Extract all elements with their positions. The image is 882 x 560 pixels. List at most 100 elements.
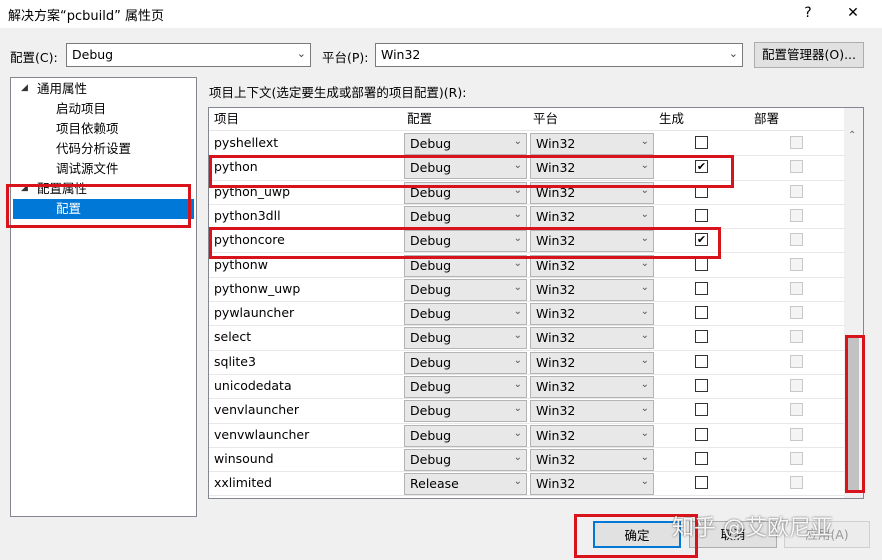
row-platform-value: Win32 xyxy=(536,208,576,224)
deploy-checkbox xyxy=(790,476,803,490)
column-header-config[interactable]: 配置 xyxy=(402,108,534,131)
tree-item-code-analysis[interactable]: 代码分析设置 xyxy=(56,139,131,158)
build-checkbox[interactable] xyxy=(695,330,708,344)
row-config-value: Debug xyxy=(410,427,452,443)
tree-group-common[interactable]: 通用属性 xyxy=(37,79,87,98)
help-button[interactable]: ? xyxy=(795,2,821,24)
project-name: xxlimited xyxy=(214,475,272,491)
chevron-down-icon: ⌄ xyxy=(640,281,649,293)
row-platform-dropdown[interactable]: Win32 ⌄ xyxy=(530,205,654,228)
tree-item-dependencies[interactable]: 项目依赖项 xyxy=(56,119,119,138)
deploy-checkbox xyxy=(790,379,803,392)
table-row[interactable]: venvwlauncher Debug ⌄ Win32 ⌄ xyxy=(209,423,845,448)
row-config-value: Debug xyxy=(410,403,452,419)
deploy-checkbox xyxy=(790,257,803,271)
tree-item-startup[interactable]: 启动项目 xyxy=(56,99,106,118)
row-platform-value: Win32 xyxy=(536,136,576,151)
column-header-build[interactable]: 生成 xyxy=(654,108,755,131)
row-config-dropdown[interactable]: Debug ⌄ xyxy=(404,376,527,398)
table-row[interactable]: pywlauncher Debug ⌄ Win32 ⌄ xyxy=(209,301,845,327)
platform-select[interactable]: Win32 ⌄ xyxy=(375,43,743,67)
row-config-dropdown[interactable]: Debug ⌄ xyxy=(404,278,527,301)
table-row[interactable]: select Debug ⌄ Win32 ⌄ xyxy=(209,325,845,351)
annotation-box-tree xyxy=(6,184,191,228)
row-config-dropdown[interactable]: Debug ⌄ xyxy=(404,327,527,350)
build-checkbox[interactable] xyxy=(695,451,708,465)
row-platform-dropdown[interactable]: Win32 ⌄ xyxy=(530,400,654,423)
row-config-dropdown[interactable]: Release ⌄ xyxy=(404,473,527,496)
row-platform-dropdown[interactable]: Win32 ⌄ xyxy=(530,278,654,301)
project-name: sqlite3 xyxy=(214,353,256,369)
row-platform-value: Win32 xyxy=(536,451,576,467)
config-select[interactable]: Debug ⌄ xyxy=(66,43,311,67)
scroll-up-icon[interactable]: ⌃ xyxy=(848,130,856,141)
row-config-value: Debug xyxy=(410,257,452,273)
row-platform-dropdown[interactable]: Win32 ⌄ xyxy=(530,351,654,374)
config-manager-button[interactable]: 配置管理器(O)... xyxy=(754,42,864,68)
chevron-down-icon: ⌄ xyxy=(640,427,649,439)
config-select-value: Debug xyxy=(72,47,114,62)
row-config-value: Debug xyxy=(410,306,452,322)
row-platform-dropdown[interactable]: Win32 ⌄ xyxy=(530,133,654,155)
row-config-dropdown[interactable]: Debug ⌄ xyxy=(404,424,527,447)
table-row[interactable]: pythonw_uwp Debug ⌄ Win32 ⌄ xyxy=(209,277,845,303)
row-config-dropdown[interactable]: Debug ⌄ xyxy=(404,303,527,326)
deploy-checkbox xyxy=(790,330,803,344)
table-row[interactable]: python3dll Debug ⌄ Win32 ⌄ xyxy=(209,204,845,230)
build-checkbox[interactable] xyxy=(695,403,708,417)
row-config-value: Debug xyxy=(410,136,452,151)
row-platform-value: Win32 xyxy=(536,379,576,394)
row-platform-dropdown[interactable]: Win32 ⌄ xyxy=(530,376,654,398)
project-name: pywlauncher xyxy=(214,305,295,321)
project-name: select xyxy=(214,329,252,345)
table-row[interactable]: xxlimited Release ⌄ Win32 ⌄ xyxy=(209,471,845,497)
chevron-down-icon: ⌄ xyxy=(640,379,649,390)
row-platform-value: Win32 xyxy=(536,257,576,273)
row-config-dropdown[interactable]: Debug ⌄ xyxy=(404,400,527,423)
row-config-dropdown[interactable]: Debug ⌄ xyxy=(404,133,527,155)
chevron-down-icon: ⌄ xyxy=(296,47,306,60)
chevron-down-icon: ⌄ xyxy=(640,306,649,318)
row-config-dropdown[interactable]: Debug ⌄ xyxy=(404,351,527,374)
chevron-down-icon: ⌄ xyxy=(513,379,522,390)
table-row[interactable]: pyshellext Debug ⌄ Win32 ⌄ xyxy=(209,131,845,157)
build-checkbox[interactable] xyxy=(695,306,708,320)
chevron-down-icon: ⌄ xyxy=(513,354,522,366)
table-row[interactable]: unicodedata Debug ⌄ Win32 ⌄ xyxy=(209,374,845,400)
build-checkbox[interactable] xyxy=(695,476,708,490)
row-platform-dropdown[interactable]: Win32 ⌄ xyxy=(530,473,654,496)
row-platform-value: Win32 xyxy=(536,281,576,297)
build-checkbox[interactable] xyxy=(695,136,708,149)
row-platform-dropdown[interactable]: Win32 ⌄ xyxy=(530,448,654,471)
row-config-dropdown[interactable]: Debug ⌄ xyxy=(404,205,527,228)
column-header-platform[interactable]: 平台 xyxy=(528,108,660,131)
table-row[interactable]: venvlauncher Debug ⌄ Win32 ⌄ xyxy=(209,398,845,424)
row-platform-value: Win32 xyxy=(536,403,576,419)
chevron-down-icon: ⌄ xyxy=(640,330,649,342)
tree-item-debug-source[interactable]: 调试源文件 xyxy=(56,159,119,178)
deploy-checkbox xyxy=(790,451,803,465)
close-button[interactable]: ✕ xyxy=(840,2,866,24)
table-row[interactable]: winsound Debug ⌄ Win32 ⌄ xyxy=(209,447,845,473)
project-name: pythonw_uwp xyxy=(214,280,301,296)
chevron-down-icon: ⌄ xyxy=(513,281,522,293)
row-config-dropdown[interactable]: Debug ⌄ xyxy=(404,448,527,471)
build-checkbox[interactable] xyxy=(695,354,708,368)
build-checkbox[interactable] xyxy=(695,257,708,271)
build-checkbox[interactable] xyxy=(695,379,708,392)
row-platform-dropdown[interactable]: Win32 ⌄ xyxy=(530,424,654,447)
row-platform-dropdown[interactable]: Win32 ⌄ xyxy=(530,327,654,350)
grid-caption: 项目上下文(选定要生成或部署的项目配置)(R): xyxy=(209,85,467,100)
column-header-project[interactable]: 项目 xyxy=(209,108,408,131)
chevron-down-icon: ⌄ xyxy=(513,306,522,318)
build-checkbox[interactable] xyxy=(695,427,708,441)
table-row[interactable]: sqlite3 Debug ⌄ Win32 ⌄ xyxy=(209,350,845,375)
row-platform-dropdown[interactable]: Win32 ⌄ xyxy=(530,303,654,326)
build-checkbox[interactable] xyxy=(695,281,708,295)
row-platform-value: Win32 xyxy=(536,354,576,370)
collapse-icon[interactable]: ◢ xyxy=(21,83,28,93)
deploy-checkbox xyxy=(790,160,803,174)
platform-label: 平台(P): xyxy=(322,50,369,65)
build-checkbox[interactable] xyxy=(695,208,708,222)
column-header-deploy[interactable]: 部署 xyxy=(749,108,851,131)
